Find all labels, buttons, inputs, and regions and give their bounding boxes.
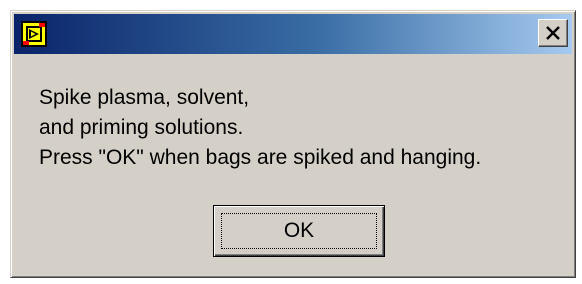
message-line: Spike plasma, solvent,	[39, 86, 250, 109]
labview-vi-icon	[21, 21, 47, 47]
dialog-message: Spike plasma, solvent, and priming solut…	[39, 83, 481, 173]
message-line: Press "OK" when bags are spiked and hang…	[39, 146, 482, 169]
message-dialog: Spike plasma, solvent, and priming solut…	[10, 10, 576, 278]
close-icon	[546, 26, 560, 40]
ok-button[interactable]: OK	[213, 205, 385, 257]
message-line: and priming solutions.	[39, 116, 244, 139]
ok-button-label: OK	[283, 219, 315, 242]
close-button[interactable]	[538, 19, 568, 47]
title-bar[interactable]	[14, 14, 572, 54]
